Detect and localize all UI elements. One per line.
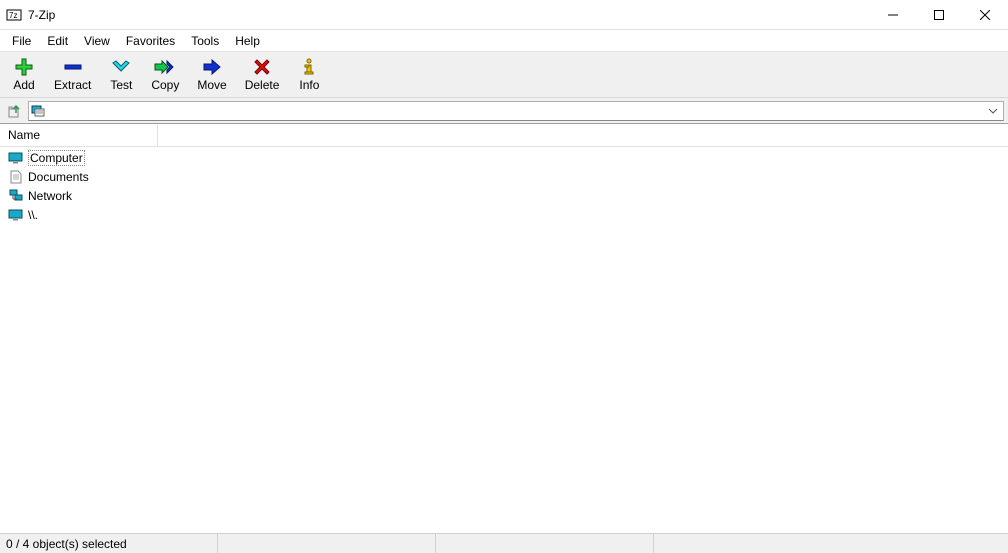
menu-view[interactable]: View [76,32,118,50]
column-name[interactable]: Name [0,125,158,146]
title-bar: 7z 7-Zip [0,0,1008,30]
maximize-button[interactable] [916,0,962,29]
x-icon [250,57,274,77]
move-label: Move [197,78,226,92]
menu-favorites[interactable]: Favorites [118,32,183,50]
close-button[interactable] [962,0,1008,29]
status-bar: 0 / 4 object(s) selected [0,533,1008,553]
info-label: Info [299,78,319,92]
delete-label: Delete [245,78,280,92]
move-arrow-icon [200,57,224,77]
svg-text:7z: 7z [9,11,17,20]
status-cell [654,534,1008,553]
file-list[interactable]: Name Computer [0,125,1008,533]
list-item[interactable]: \\. [0,205,1008,224]
extract-label: Extract [54,78,91,92]
document-icon [8,170,24,184]
status-cell [436,534,654,553]
address-dropdown[interactable] [985,102,1001,120]
info-button[interactable]: Info [289,55,329,94]
address-field-wrap [28,101,1004,121]
up-button[interactable] [4,101,24,121]
test-button[interactable]: Test [101,55,141,94]
copy-arrow-icon [153,57,177,77]
app-icon: 7z [6,7,22,23]
menu-tools[interactable]: Tools [183,32,227,50]
monitor-icon [8,208,24,222]
item-label: Documents [28,170,89,184]
status-cell [218,534,436,553]
delete-button[interactable]: Delete [237,55,288,94]
menu-file[interactable]: File [4,32,39,50]
copy-label: Copy [151,78,179,92]
network-icon [8,189,24,203]
item-label: Network [28,189,72,203]
menu-edit[interactable]: Edit [39,32,76,50]
list-item[interactable]: Network [0,186,1008,205]
minimize-button[interactable] [870,0,916,29]
copy-button[interactable]: Copy [143,55,187,94]
list-item[interactable]: Computer [0,148,1008,167]
move-button[interactable]: Move [189,55,234,94]
toolbar: Add Extract Test Copy [0,52,1008,98]
address-input[interactable] [47,103,985,119]
list-header: Name [0,125,1008,147]
item-label: Computer [28,150,85,166]
info-icon [297,57,321,77]
window-title: 7-Zip [28,8,55,22]
check-icon [109,57,133,77]
add-label: Add [13,78,34,92]
content-area: Name Computer [0,124,1008,533]
menu-bar: File Edit View Favorites Tools Help [0,30,1008,52]
list-item[interactable]: Documents [0,167,1008,186]
address-bar [0,98,1008,124]
add-button[interactable]: Add [4,55,44,94]
menu-help[interactable]: Help [227,32,268,50]
status-text: 0 / 4 object(s) selected [0,534,218,553]
extract-button[interactable]: Extract [46,55,99,94]
minus-icon [61,57,85,77]
item-label: \\. [28,208,38,222]
computer-icon [8,151,24,165]
test-label: Test [110,78,132,92]
computer-icon [31,104,45,118]
plus-icon [12,57,36,77]
